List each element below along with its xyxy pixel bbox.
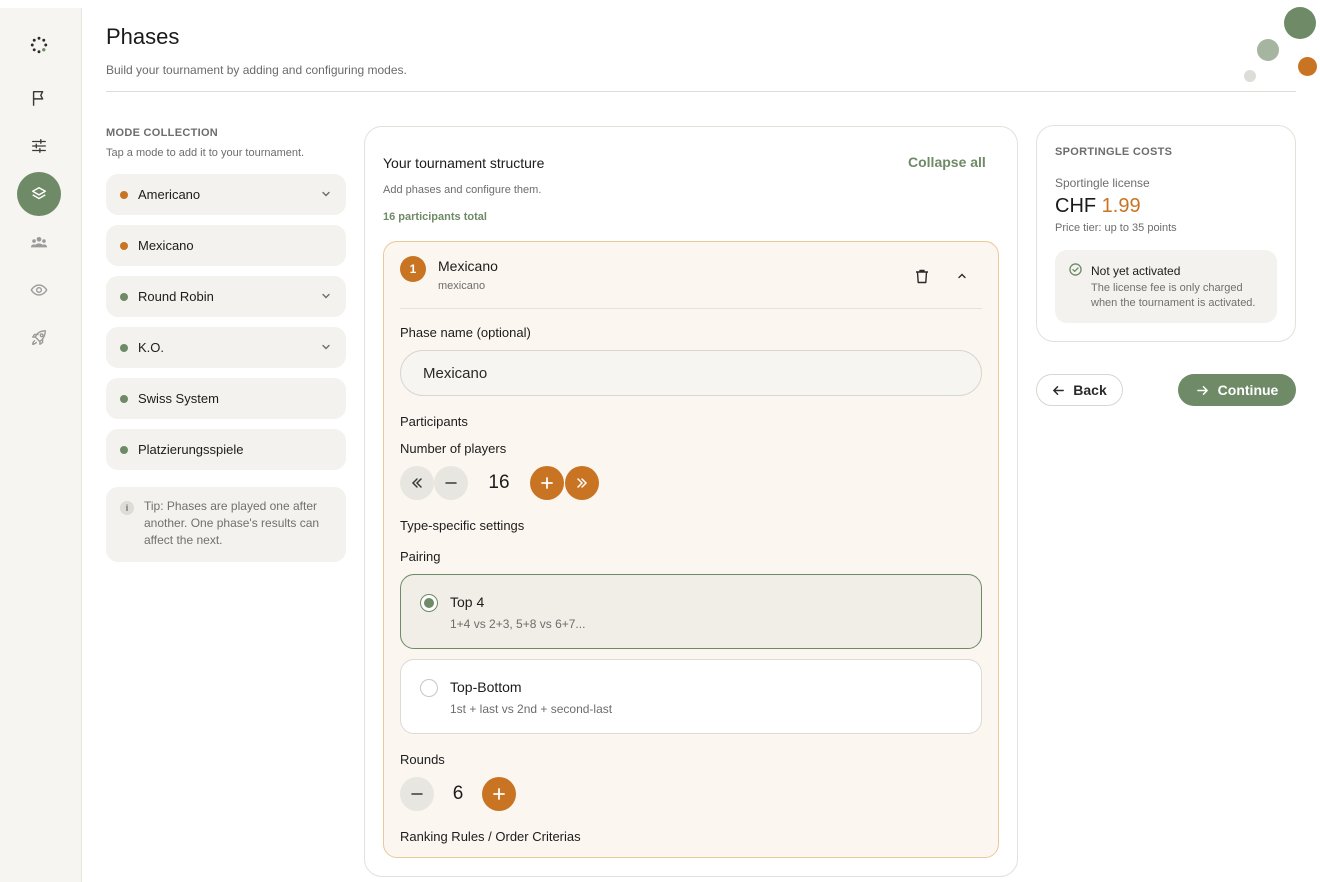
increase-players-fast-button[interactable]	[565, 466, 599, 500]
mode-collection-heading: MODE COLLECTION	[106, 127, 219, 139]
sliders-icon[interactable]	[17, 124, 61, 168]
rounds-label: Rounds	[400, 752, 445, 767]
license-price: CHF 1.99	[1055, 195, 1141, 218]
decrease-players-fast-button[interactable]	[400, 466, 434, 500]
eye-icon[interactable]	[17, 268, 61, 312]
structure-title: Your tournament structure	[383, 155, 545, 171]
decrease-players-button[interactable]	[434, 466, 468, 500]
pairing-option-description: 1st + last vs 2nd + second-last	[450, 702, 613, 716]
status-description: The license fee is only charged when the…	[1091, 282, 1256, 309]
rocket-icon[interactable]	[17, 316, 61, 360]
price-currency: CHF	[1055, 195, 1097, 217]
participants-total: 16 participants total	[383, 211, 487, 223]
header-divider	[106, 91, 1296, 92]
mode-label: Swiss System	[138, 391, 219, 406]
increase-players-button[interactable]	[530, 466, 564, 500]
back-label: Back	[1073, 382, 1107, 398]
continue-label: Continue	[1217, 382, 1279, 398]
people-icon[interactable]	[17, 220, 61, 264]
chevron-down-icon[interactable]	[320, 290, 332, 302]
pairing-option-title: Top 4	[450, 594, 485, 610]
mode-color-dot	[120, 394, 128, 403]
decrease-rounds-button[interactable]	[400, 777, 434, 811]
mode-label: Platzierungsspiele	[138, 442, 244, 457]
continue-button[interactable]: Continue	[1178, 374, 1296, 406]
radio-selected[interactable]	[420, 594, 438, 612]
pairing-option-description: 1+4 vs 2+3, 5+8 vs 6+7...	[450, 617, 586, 631]
phase-number-badge: 1	[400, 256, 426, 282]
layers-icon[interactable]	[17, 172, 61, 216]
status-title: Not yet activated	[1091, 264, 1181, 278]
radio-unselected[interactable]	[420, 679, 438, 697]
tip-box: i Tip: Phases are played one after anoth…	[106, 487, 346, 562]
mode-item-ko[interactable]: K.O.	[106, 327, 346, 368]
back-button[interactable]: Back	[1036, 374, 1123, 406]
tip-text: Tip: Phases are played one after another…	[144, 499, 320, 547]
increase-rounds-button[interactable]	[482, 777, 516, 811]
phase-header-divider	[400, 308, 982, 309]
mode-label: K.O.	[138, 340, 165, 355]
players-value: 16	[488, 472, 510, 493]
mode-label: Americano	[138, 187, 201, 202]
sidebar	[0, 8, 82, 882]
decor-dot-medium	[1257, 39, 1279, 61]
mode-item-round-robin[interactable]: Round Robin	[106, 276, 346, 317]
mode-color-dot	[120, 292, 128, 301]
costs-heading: SPORTINGLE COSTS	[1055, 146, 1173, 158]
phase-type: mexicano	[438, 280, 486, 292]
decor-dot-orange	[1298, 57, 1317, 76]
structure-subtitle: Add phases and configure them.	[383, 184, 542, 196]
ranking-rules-label: Ranking Rules / Order Criterias	[400, 829, 581, 844]
info-icon: i	[120, 501, 134, 515]
page-title: Phases	[106, 24, 180, 49]
mode-color-dot	[120, 343, 128, 352]
mode-item-swiss-system[interactable]: Swiss System	[106, 378, 346, 419]
mode-item-mexicano[interactable]: Mexicano	[106, 225, 346, 266]
activation-status-box: Not yet activated The license fee is onl…	[1055, 250, 1277, 323]
chevron-up-icon[interactable]	[951, 265, 973, 287]
price-tier: Price tier: up to 35 points	[1055, 222, 1177, 234]
phase-name-label: Phase name (optional)	[400, 325, 531, 340]
rounds-value: 6	[452, 783, 464, 804]
chevron-down-icon[interactable]	[320, 188, 332, 200]
arrow-right-icon	[1196, 385, 1208, 395]
collapse-all-button[interactable]: Collapse all	[908, 154, 986, 170]
trash-icon[interactable]	[911, 265, 933, 287]
mode-label: Round Robin	[138, 289, 214, 304]
price-amount: 1.99	[1101, 195, 1141, 217]
phase-name: Mexicano	[438, 258, 498, 274]
mode-color-dot	[120, 190, 128, 199]
pairing-option-top-4[interactable]: Top 4 1+4 vs 2+3, 5+8 vs 6+7...	[400, 574, 982, 649]
mode-item-platzierungsspiele[interactable]: Platzierungsspiele	[106, 429, 346, 470]
mode-color-dot	[120, 241, 128, 250]
flag-icon[interactable]	[17, 76, 61, 120]
mode-collection-subtitle: Tap a mode to add it to your tournament.	[106, 147, 305, 159]
check-circle-icon	[1069, 263, 1082, 276]
pairing-label: Pairing	[400, 549, 441, 564]
mode-item-americano[interactable]: Americano	[106, 174, 346, 215]
decor-dot-small	[1244, 70, 1256, 82]
arrow-left-icon	[1053, 385, 1065, 395]
phase-name-input[interactable]	[400, 350, 982, 396]
mode-label: Mexicano	[138, 238, 194, 253]
decor-dot-large	[1284, 7, 1316, 39]
pairing-option-top-bottom[interactable]: Top-Bottom 1st + last vs 2nd + second-la…	[400, 659, 982, 734]
logo-ring-icon[interactable]	[17, 23, 61, 67]
participants-heading: Participants	[400, 414, 468, 429]
mode-color-dot	[120, 445, 128, 454]
players-label: Number of players	[400, 441, 507, 456]
pairing-option-title: Top-Bottom	[450, 679, 522, 695]
license-label: Sportingle license	[1055, 176, 1150, 190]
chevron-down-icon[interactable]	[320, 341, 332, 353]
page-subtitle: Build your tournament by adding and conf…	[106, 63, 407, 77]
type-settings-heading: Type-specific settings	[400, 518, 525, 533]
